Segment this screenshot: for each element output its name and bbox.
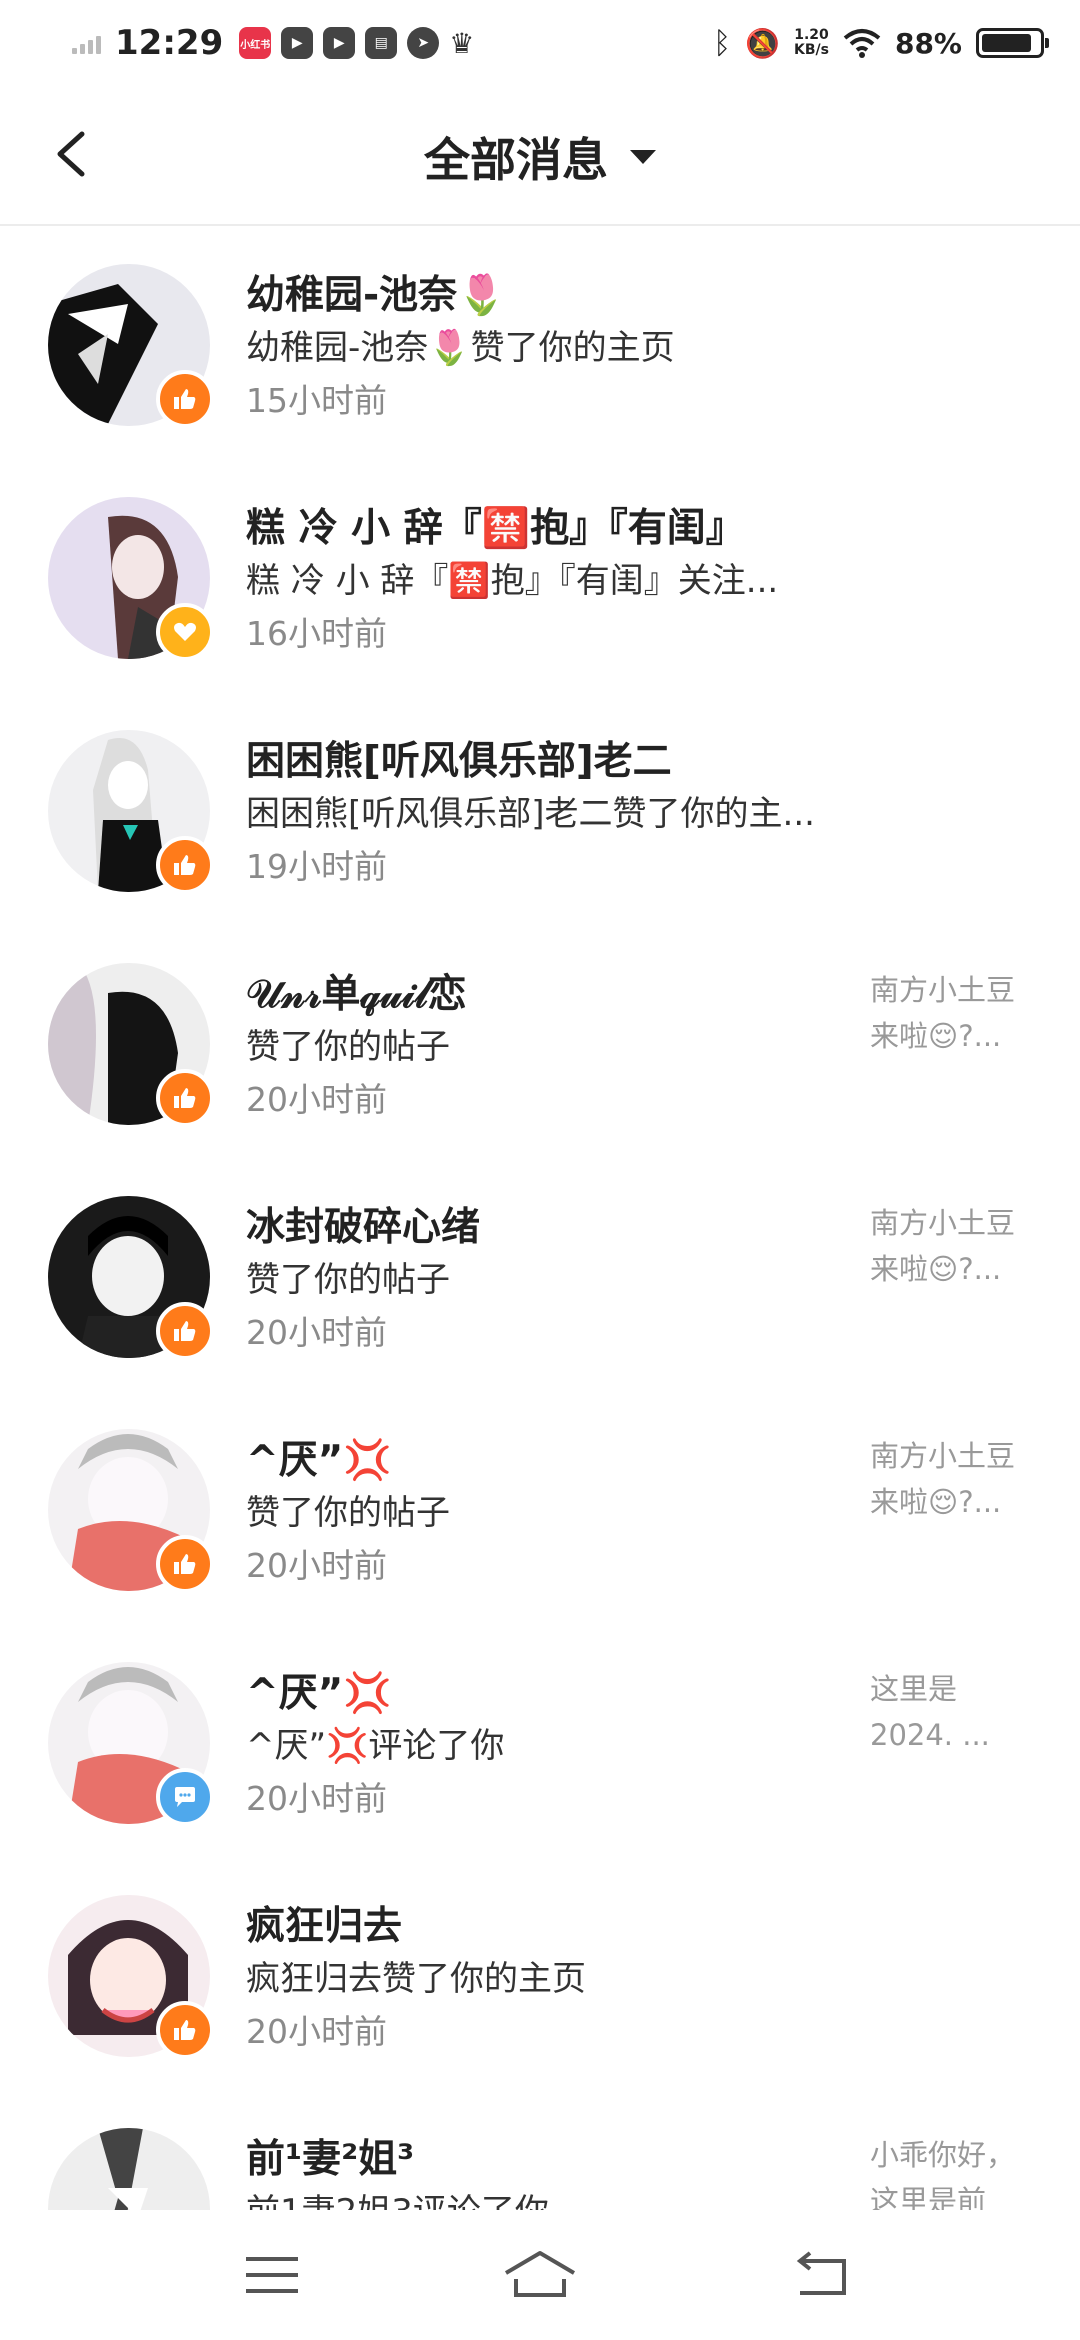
post-preview-line-1: 南方小土豆 (870, 1206, 1016, 1240)
sender-name: 冰封破碎心绪 (246, 1205, 481, 1250)
thumbs-up-icon (156, 1069, 214, 1127)
post-preview[interactable]: 南方小土豆来啦😌?... (870, 1200, 1040, 1292)
sender-name: ^厌”💢 (246, 1438, 392, 1483)
message-row[interactable]: 前¹妻²姐³前1妻2姐3评论了你 小乖你好， 这里是前 (0, 2092, 1080, 2210)
post-preview-line-1: 南方小土豆 (870, 973, 1016, 1007)
thumbs-up-icon (156, 2001, 214, 2059)
message-row[interactable]: 幼稚园-池奈🌷 幼稚园-池奈🌷赞了你的主页 15小时前 (0, 228, 1080, 461)
xiaohongshu-app-icon: 小红书 (239, 27, 272, 59)
message-description: 赞了你的帖子 (246, 1493, 450, 1533)
comment-icon (156, 1768, 214, 1826)
post-preview-line-2: 来啦😌?... (870, 1019, 1002, 1053)
message-time: 20小时前 (246, 1313, 387, 1352)
sender-name: ^厌”💢 (246, 1671, 392, 1716)
post-preview-line-2: 来啦😌?... (870, 1485, 1002, 1519)
menu-icon[interactable] (240, 2245, 304, 2305)
battery-percent: 88% (894, 26, 962, 60)
sender-name: 疯狂归去 (246, 1904, 403, 1949)
heart-icon (156, 603, 214, 661)
sender-name: 前¹妻²姐³ (246, 2137, 415, 2182)
wifi-icon (843, 29, 881, 58)
post-preview-line-2: 这里是前 (870, 2184, 987, 2210)
caret-down-icon (630, 150, 656, 164)
message-time: 20小时前 (246, 1779, 387, 1818)
video-app-icon-2: ▶ (323, 27, 356, 59)
message-time: 15小时前 (246, 381, 387, 420)
thumbs-up-icon (156, 370, 214, 428)
play-app-icon: ➤ (407, 27, 440, 59)
sender-name: 𝒰𝓃𝓇单𝓆𝓊𝒾𝓁恋 (246, 972, 467, 1017)
post-preview-line-2: 2024. ... (870, 1718, 990, 1752)
message-list[interactable]: 幼稚园-池奈🌷 幼稚园-池奈🌷赞了你的主页 15小时前糕 冷 小 辞『🈲抱』『有闺』… (0, 228, 1080, 2210)
message-description: 赞了你的帖子 (246, 1260, 450, 1300)
thumbs-up-icon (156, 1302, 214, 1360)
net-speed: 1.20 KB/s (794, 27, 829, 58)
message-row[interactable]: ^厌”💢 赞了你的帖子 20小时前 南方小土豆来啦😌?... (0, 1393, 1080, 1626)
cellular-signal-icon (72, 32, 101, 54)
message-row[interactable]: 冰封破碎心绪赞了你的帖子 20小时前 南方小土豆来啦😌?... (0, 1160, 1080, 1393)
header: 全部消息 (0, 86, 1080, 226)
system-nav-bar (0, 2210, 1080, 2340)
post-preview[interactable]: 南方小土豆来啦😌?... (870, 967, 1040, 1059)
message-description: 困困熊[听风俱乐部]老二赞了你的主... (246, 794, 815, 834)
video-app-icon: ▶ (281, 27, 314, 59)
avatar[interactable] (48, 2128, 210, 2210)
page-title: 全部消息 (424, 133, 608, 187)
status-bar: 12:29 小红书 ▶ ▶ ▤ ➤ ♛ ᛒ 🔕 1.20 KB/s 88% (0, 0, 1080, 86)
thumbs-up-icon (156, 1535, 214, 1593)
post-preview[interactable]: 小乖你好， 这里是前 (870, 2132, 1040, 2210)
post-preview-line-1: 南方小土豆 (870, 1439, 1016, 1473)
post-preview-line-1: 小乖你好， (870, 2138, 1016, 2172)
return-icon[interactable] (790, 2245, 854, 2305)
message-description: 疯狂归去赞了你的主页 (246, 1959, 586, 1999)
thumbs-up-icon (156, 836, 214, 894)
message-description: 糕 冷 小 辞『🈲抱』『有闺』关注... (246, 561, 779, 601)
home-icon[interactable] (500, 2245, 580, 2305)
message-description: 幼稚园-池奈🌷赞了你的主页 (246, 328, 675, 368)
bluetooth-icon: ᛒ (713, 25, 732, 61)
battery-icon (976, 28, 1049, 58)
message-description: 赞了你的帖子 (246, 1027, 450, 1067)
message-time: 20小时前 (246, 1080, 387, 1119)
message-time: 16小时前 (246, 614, 387, 653)
post-preview-line-1: 这里是 (870, 1672, 958, 1706)
sender-name: 糕 冷 小 辞『🈲抱』『有闺』 (246, 506, 745, 551)
message-row[interactable]: 疯狂归去疯狂归去赞了你的主页 20小时前 (0, 1859, 1080, 2092)
post-preview-line-2: 来啦😌?... (870, 1252, 1002, 1286)
bus-app-icon: ▤ (365, 27, 398, 59)
message-row[interactable]: ^厌”💢 ^厌”💢评论了你 20小时前 这里是 2024. ... (0, 1626, 1080, 1859)
message-time: 20小时前 (246, 1546, 387, 1585)
sender-name: 困困熊[听风俱乐部]老二 (246, 739, 672, 784)
message-time: 19小时前 (246, 847, 387, 886)
mute-bell-icon: 🔕 (745, 26, 780, 60)
message-row[interactable]: 糕 冷 小 辞『🈲抱』『有闺』糕 冷 小 辞『🈲抱』『有闺』关注... 16小时前 (0, 461, 1080, 694)
sender-name: 幼稚园-池奈🌷 (246, 273, 506, 318)
message-row[interactable]: 困困熊[听风俱乐部]老二困困熊[听风俱乐部]老二赞了你的主... 19小时前 (0, 694, 1080, 927)
message-description: ^厌”💢评论了你 (246, 1726, 505, 1766)
post-preview[interactable]: 南方小土豆来啦😌?... (870, 1433, 1040, 1525)
post-preview[interactable]: 这里是 2024. ... (870, 1666, 1040, 1758)
crown-icon: ♛ (449, 26, 475, 60)
message-description: 前1妻2姐3评论了你 (246, 2184, 549, 2210)
message-time: 20小时前 (246, 2012, 387, 2051)
message-row[interactable]: 𝒰𝓃𝓇单𝓆𝓊𝒾𝓁恋赞了你的帖子 20小时前 南方小土豆来啦😌?... (0, 927, 1080, 1160)
title-dropdown[interactable]: 全部消息 (0, 124, 1080, 190)
status-time: 12:29 (115, 23, 224, 63)
